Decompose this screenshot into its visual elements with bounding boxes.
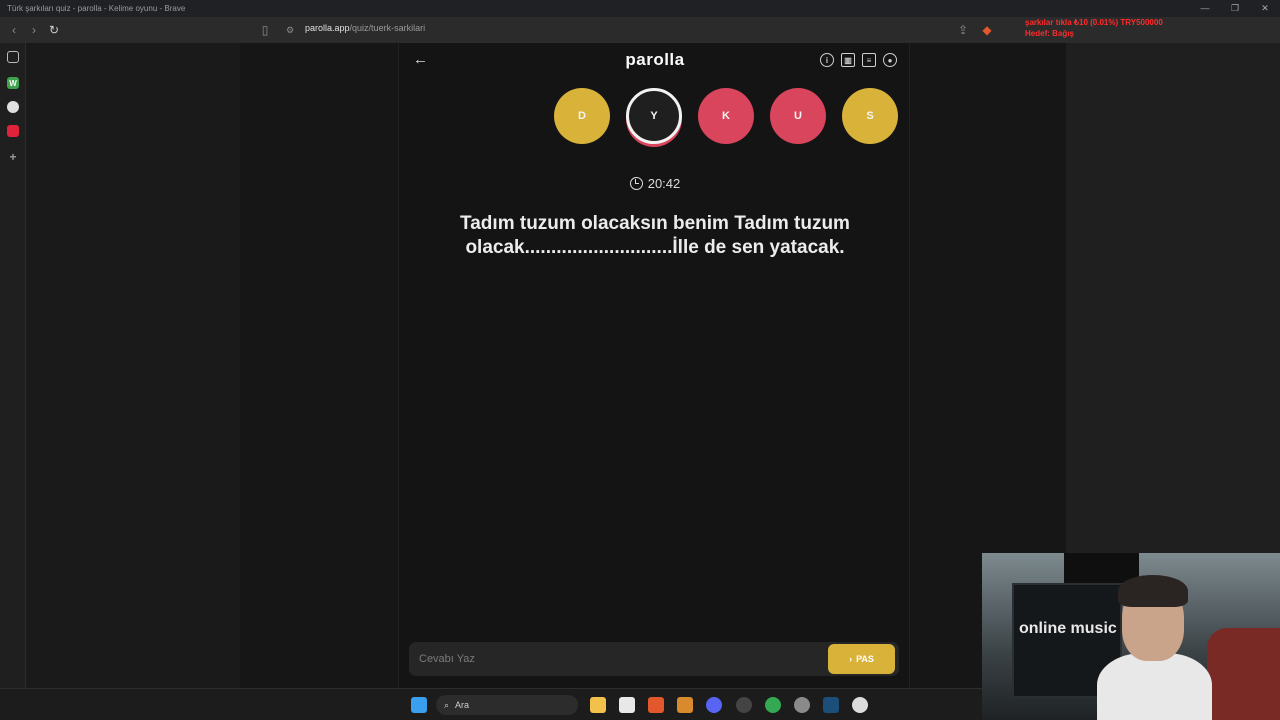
stream-overlay: şarkılar tıkla ₺10 (0.01%) TRY500000 Hed… xyxy=(1025,17,1163,39)
header-actions: i ▥ ≡ ● xyxy=(820,53,897,67)
profile-icon[interactable]: ● xyxy=(883,53,897,67)
url-domain: parolla.app xyxy=(305,23,350,33)
sidebar-app-icon[interactable]: W xyxy=(7,77,19,89)
letter-wheel: D Y K U S xyxy=(554,88,898,144)
maximize-button[interactable]: ❐ xyxy=(1220,0,1250,17)
window-controls: — ❐ ✕ xyxy=(1190,0,1280,17)
streamer-hair xyxy=(1118,575,1188,607)
address-bar[interactable]: parolla.app/quiz/tuerk-sarkilari xyxy=(305,23,425,33)
sidebar-toggle-icon[interactable] xyxy=(7,51,19,63)
chrome-icon[interactable] xyxy=(765,697,781,713)
brave-icon[interactable] xyxy=(648,697,664,713)
search-icon: ⌕ xyxy=(444,699,450,710)
bookmark-icon[interactable]: ▯ xyxy=(255,20,275,40)
window-title: Türk şarkıları quiz - parolla - Kelime o… xyxy=(7,4,186,13)
letter-circle[interactable]: D xyxy=(554,88,610,144)
taskbar-search[interactable]: ⌕ Ara xyxy=(436,695,578,715)
letter-circle[interactable]: S xyxy=(842,88,898,144)
minimize-button[interactable]: — xyxy=(1190,0,1220,17)
pass-button[interactable]: › PAS xyxy=(828,644,895,674)
discord-icon[interactable] xyxy=(706,697,722,713)
browser-sidebar: W + xyxy=(0,43,26,688)
app-header: ← parolla i ▥ ≡ ● xyxy=(399,43,911,77)
answer-bar: › PAS xyxy=(409,642,899,676)
obs-icon[interactable] xyxy=(852,697,868,713)
url-path: /quiz/tuerk-sarkilari xyxy=(349,23,426,33)
file-explorer-icon[interactable] xyxy=(590,697,606,713)
page-margin-left xyxy=(27,43,240,688)
clock-icon xyxy=(629,177,643,190)
feedback-icon[interactable]: ≡ xyxy=(862,53,876,67)
back-nav-icon[interactable]: ‹ xyxy=(4,20,24,40)
timer-value: 20:42 xyxy=(647,176,681,191)
streamer-body xyxy=(1097,653,1212,720)
share-icon[interactable]: ⇪ xyxy=(953,20,973,40)
settings-icon[interactable] xyxy=(794,697,810,713)
sidebar-youtube-icon[interactable] xyxy=(7,125,19,137)
letter-circle[interactable]: K xyxy=(698,88,754,144)
question-text: Tadım tuzum olacaksın benim Tadım tuzum … xyxy=(460,213,850,258)
sidebar-messenger-icon[interactable] xyxy=(7,101,19,113)
reload-icon[interactable]: ↻ xyxy=(44,20,64,40)
chevron-right-icon: › xyxy=(849,654,853,664)
app-icon[interactable] xyxy=(736,697,752,713)
site-info-icon[interactable]: ⚙ xyxy=(280,20,300,40)
forward-nav-icon[interactable]: › xyxy=(24,20,44,40)
answer-input[interactable] xyxy=(419,642,819,676)
brave-shield-icon[interactable]: ◆ xyxy=(977,20,997,40)
window-titlebar: Türk şarkıları quiz - parolla - Kelime o… xyxy=(0,0,1280,17)
pass-button-label: PAS xyxy=(856,654,874,664)
store-icon[interactable] xyxy=(619,697,635,713)
gaming-chair xyxy=(1207,628,1280,720)
windows-start-icon[interactable] xyxy=(411,697,427,713)
sidebar-add-icon[interactable]: + xyxy=(7,150,19,164)
poster-text: online music xyxy=(1019,620,1117,637)
webcam-overlay: online music xyxy=(982,553,1280,720)
info-icon[interactable]: i xyxy=(820,53,834,67)
letter-circle[interactable]: U xyxy=(770,88,826,144)
close-button[interactable]: ✕ xyxy=(1250,0,1280,17)
timer: 20:42 xyxy=(399,176,911,191)
stream-overlay-line2: Hedef: Bağış xyxy=(1025,29,1074,38)
letter-circle-active[interactable]: Y xyxy=(626,88,682,144)
stream-overlay-line1: şarkılar tıkla ₺10 (0.01%) TRY500000 xyxy=(1025,18,1163,27)
steam-icon[interactable] xyxy=(823,697,839,713)
parolla-app: ← parolla i ▥ ≡ ● D Y K U S 20:42 Tadım … xyxy=(398,43,910,688)
fl-studio-icon[interactable] xyxy=(677,697,693,713)
taskbar-search-label: Ara xyxy=(455,700,470,710)
stats-icon[interactable]: ▥ xyxy=(841,53,855,67)
